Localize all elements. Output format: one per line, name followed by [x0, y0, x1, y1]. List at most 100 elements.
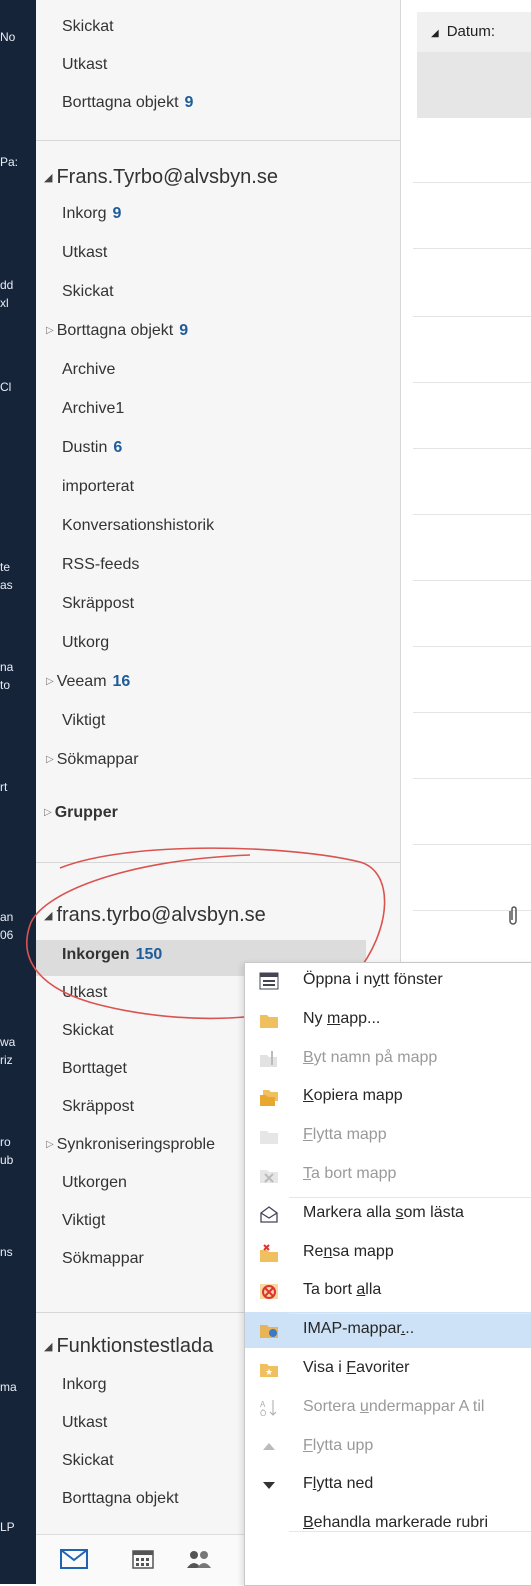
message-group-header[interactable]	[417, 52, 531, 118]
folder-item-utkast[interactable]: Utkast	[62, 244, 107, 262]
account-header-3[interactable]: ◢ Funktionstestlada	[44, 1335, 213, 1358]
expand-icon[interactable]: ▷	[46, 1139, 54, 1150]
people-icon[interactable]	[186, 1549, 212, 1575]
expand-icon[interactable]: ▷	[44, 807, 52, 818]
desktop-shortcut-label: to	[0, 678, 11, 692]
new-folder-icon	[259, 1010, 279, 1030]
folder-item-borttagna-objekt[interactable]: Borttagna objekt	[62, 1490, 179, 1508]
expand-icon[interactable]: ▷	[46, 676, 54, 687]
folder-item-skr-ppost[interactable]: Skräppost	[62, 595, 134, 613]
folder-item-utkorg[interactable]: Utkorg	[62, 634, 109, 652]
label-text: lytta upp	[312, 1436, 374, 1454]
folder-item-skickat[interactable]: Skickat	[62, 1452, 114, 1470]
folder-label: Inkorgen	[62, 946, 130, 963]
menu-item-flytta-upp[interactable]: Flytta upp	[245, 1429, 531, 1465]
folder-label: Inkorg	[62, 1376, 107, 1393]
collapse-icon[interactable]: ◢	[44, 1341, 52, 1353]
copy-folder-icon	[259, 1087, 279, 1107]
menu-item-label: Flytta mapp	[303, 1126, 387, 1144]
collapse-icon[interactable]: ◢	[44, 172, 52, 184]
menu-item-visa-i-favoriter[interactable]: ★ Visa i Favoriter	[245, 1351, 531, 1387]
folder-item-viktigt[interactable]: Viktigt	[62, 1212, 105, 1230]
account-header-1[interactable]: ◢ Frans.Tyrbo@alvsbyn.se	[44, 166, 278, 189]
message-row-divider	[413, 646, 531, 647]
desktop-shortcut-label: 06	[0, 928, 14, 942]
folder-item-inkorgen[interactable]: Inkorgen 150	[62, 946, 162, 964]
folder-item-utkorgen[interactable]: Utkorgen	[62, 1174, 127, 1192]
folder-item-utkast[interactable]: Utkast	[62, 984, 107, 1002]
expand-icon[interactable]: ▷	[46, 325, 54, 336]
calendar-icon[interactable]	[132, 1549, 154, 1575]
folder-label: Dustin	[62, 439, 108, 456]
message-row-divider	[413, 514, 531, 515]
folder-item-skickat[interactable]: Skickat	[62, 18, 114, 36]
folder-item-skr-ppost[interactable]: Skräppost	[62, 1098, 134, 1116]
folder-label: Skickat	[62, 18, 114, 35]
column-header-label: Datum:	[446, 23, 496, 40]
menu-item-ppna-i-nytt-f-nster[interactable]: Öppna i nytt fönster	[245, 963, 531, 999]
folder-item-borttagna-objekt[interactable]: ▷ Borttagna objekt 9	[46, 322, 188, 340]
menu-item-flytta-ned[interactable]: Flytta ned	[245, 1467, 531, 1503]
folder-item-archive[interactable]: Archive	[62, 361, 115, 379]
expand-icon[interactable]: ▷	[46, 754, 54, 765]
folder-item-s-kmappar[interactable]: Sökmappar	[62, 1250, 144, 1268]
menu-item-sortera-undermappar-a-til[interactable]: A Ö Sortera undermappar A til	[245, 1390, 531, 1426]
folder-item-s-kmappar[interactable]: ▷ Sökmappar	[46, 751, 139, 769]
folder-label: Utkast	[62, 244, 108, 261]
separator	[36, 140, 400, 141]
account-header-2[interactable]: ◢ frans.tyrbo@alvsbyn.se	[44, 904, 266, 927]
accelerator-key: u	[359, 1397, 369, 1415]
label-text: ytta ned	[316, 1475, 374, 1493]
label-text: lytta mapp	[312, 1126, 387, 1144]
folder-item-borttaget[interactable]: Borttaget	[62, 1060, 127, 1078]
folder-item-archive1[interactable]: Archive1	[62, 400, 124, 418]
menu-item-label: Visa i Favoriter	[303, 1359, 409, 1377]
desktop-background: No Pa: dd xl Cl te as na to rt an 06 wa riz ro ub ns ma LP	[0, 0, 36, 1584]
menu-item-imap-mappar[interactable]: IMAP-mappar...	[245, 1312, 531, 1349]
folder-item-inkorg[interactable]: Inkorg 9	[62, 205, 121, 223]
accelerator-key: m	[327, 1009, 341, 1027]
move-down-icon	[259, 1475, 279, 1495]
menu-item-ta-bort-alla[interactable]: Ta bort alla	[245, 1273, 531, 1309]
groups-item[interactable]: ▷ Grupper	[44, 804, 118, 822]
collapse-icon[interactable]: ◢	[44, 910, 52, 922]
menu-item-byt-namn-p-mapp[interactable]: Byt namn på mapp	[245, 1041, 531, 1077]
folder-item-konversationshistorik[interactable]: Konversationshistorik	[62, 517, 214, 535]
mail-icon[interactable]	[60, 1549, 88, 1575]
menu-item-behandla-markerade-rubri[interactable]: Behandla markerade rubri	[245, 1506, 531, 1542]
folder-item-skickat[interactable]: Skickat	[62, 283, 114, 301]
folder-item-importerat[interactable]: importerat	[62, 478, 134, 496]
folder-label: Archive	[62, 361, 116, 378]
folder-item-dustin[interactable]: Dustin 6	[62, 439, 122, 457]
label-text: tt fönster	[380, 971, 443, 988]
folder-item-borttagna-objekt[interactable]: Borttagna objekt 9	[62, 94, 193, 112]
desktop-shortcut-label: te	[0, 560, 11, 574]
folder-item-inkorg[interactable]: Inkorg	[62, 1376, 106, 1394]
label-text: avoriter	[356, 1359, 410, 1376]
folder-label: Skickat	[62, 1452, 114, 1469]
menu-item-label: IMAP-mappar...	[303, 1320, 414, 1338]
menu-item-kopiera-mapp[interactable]: Kopiera mapp	[245, 1079, 531, 1115]
folder-item-skickat[interactable]: Skickat	[62, 1022, 114, 1040]
desktop-shortcut-label: Pa:	[0, 155, 19, 169]
folder-label: Borttagna objekt	[62, 94, 179, 111]
folder-label: RSS-feeds	[62, 556, 140, 573]
folder-item-synkroniseringsproble[interactable]: ▷ Synkroniseringsproble	[46, 1136, 215, 1154]
unread-count-badge: 6	[113, 439, 123, 456]
message-row-divider	[413, 382, 531, 383]
menu-item-rensa-mapp[interactable]: Rensa mapp	[245, 1235, 531, 1271]
folder-item-veeam[interactable]: ▷ Veeam 16	[46, 673, 130, 691]
folder-item-utkast[interactable]: Utkast	[62, 56, 107, 74]
folder-item-rss-feeds[interactable]: RSS-feeds	[62, 556, 139, 574]
account-name: Frans.Tyrbo@alvsbyn.se	[56, 166, 278, 188]
menu-item-flytta-mapp[interactable]: Flytta mapp	[245, 1118, 531, 1154]
menu-item-label: Sortera undermappar A til	[303, 1398, 484, 1416]
folder-item-viktigt[interactable]: Viktigt	[62, 712, 105, 730]
label-text: ehandla markerade rubri	[313, 1514, 488, 1532]
menu-item-ny-mapp[interactable]: Ny mapp...	[245, 1002, 531, 1038]
menu-item-ta-bort-mapp[interactable]: Ta bort mapp	[245, 1157, 531, 1193]
folder-item-utkast[interactable]: Utkast	[62, 1414, 107, 1432]
menu-item-markera-alla-som-l-sta[interactable]: Markera alla som lästa	[245, 1196, 531, 1232]
date-column-header[interactable]: ◢ Datum:	[417, 12, 531, 52]
folder-label: Konversationshistorik	[62, 517, 215, 534]
